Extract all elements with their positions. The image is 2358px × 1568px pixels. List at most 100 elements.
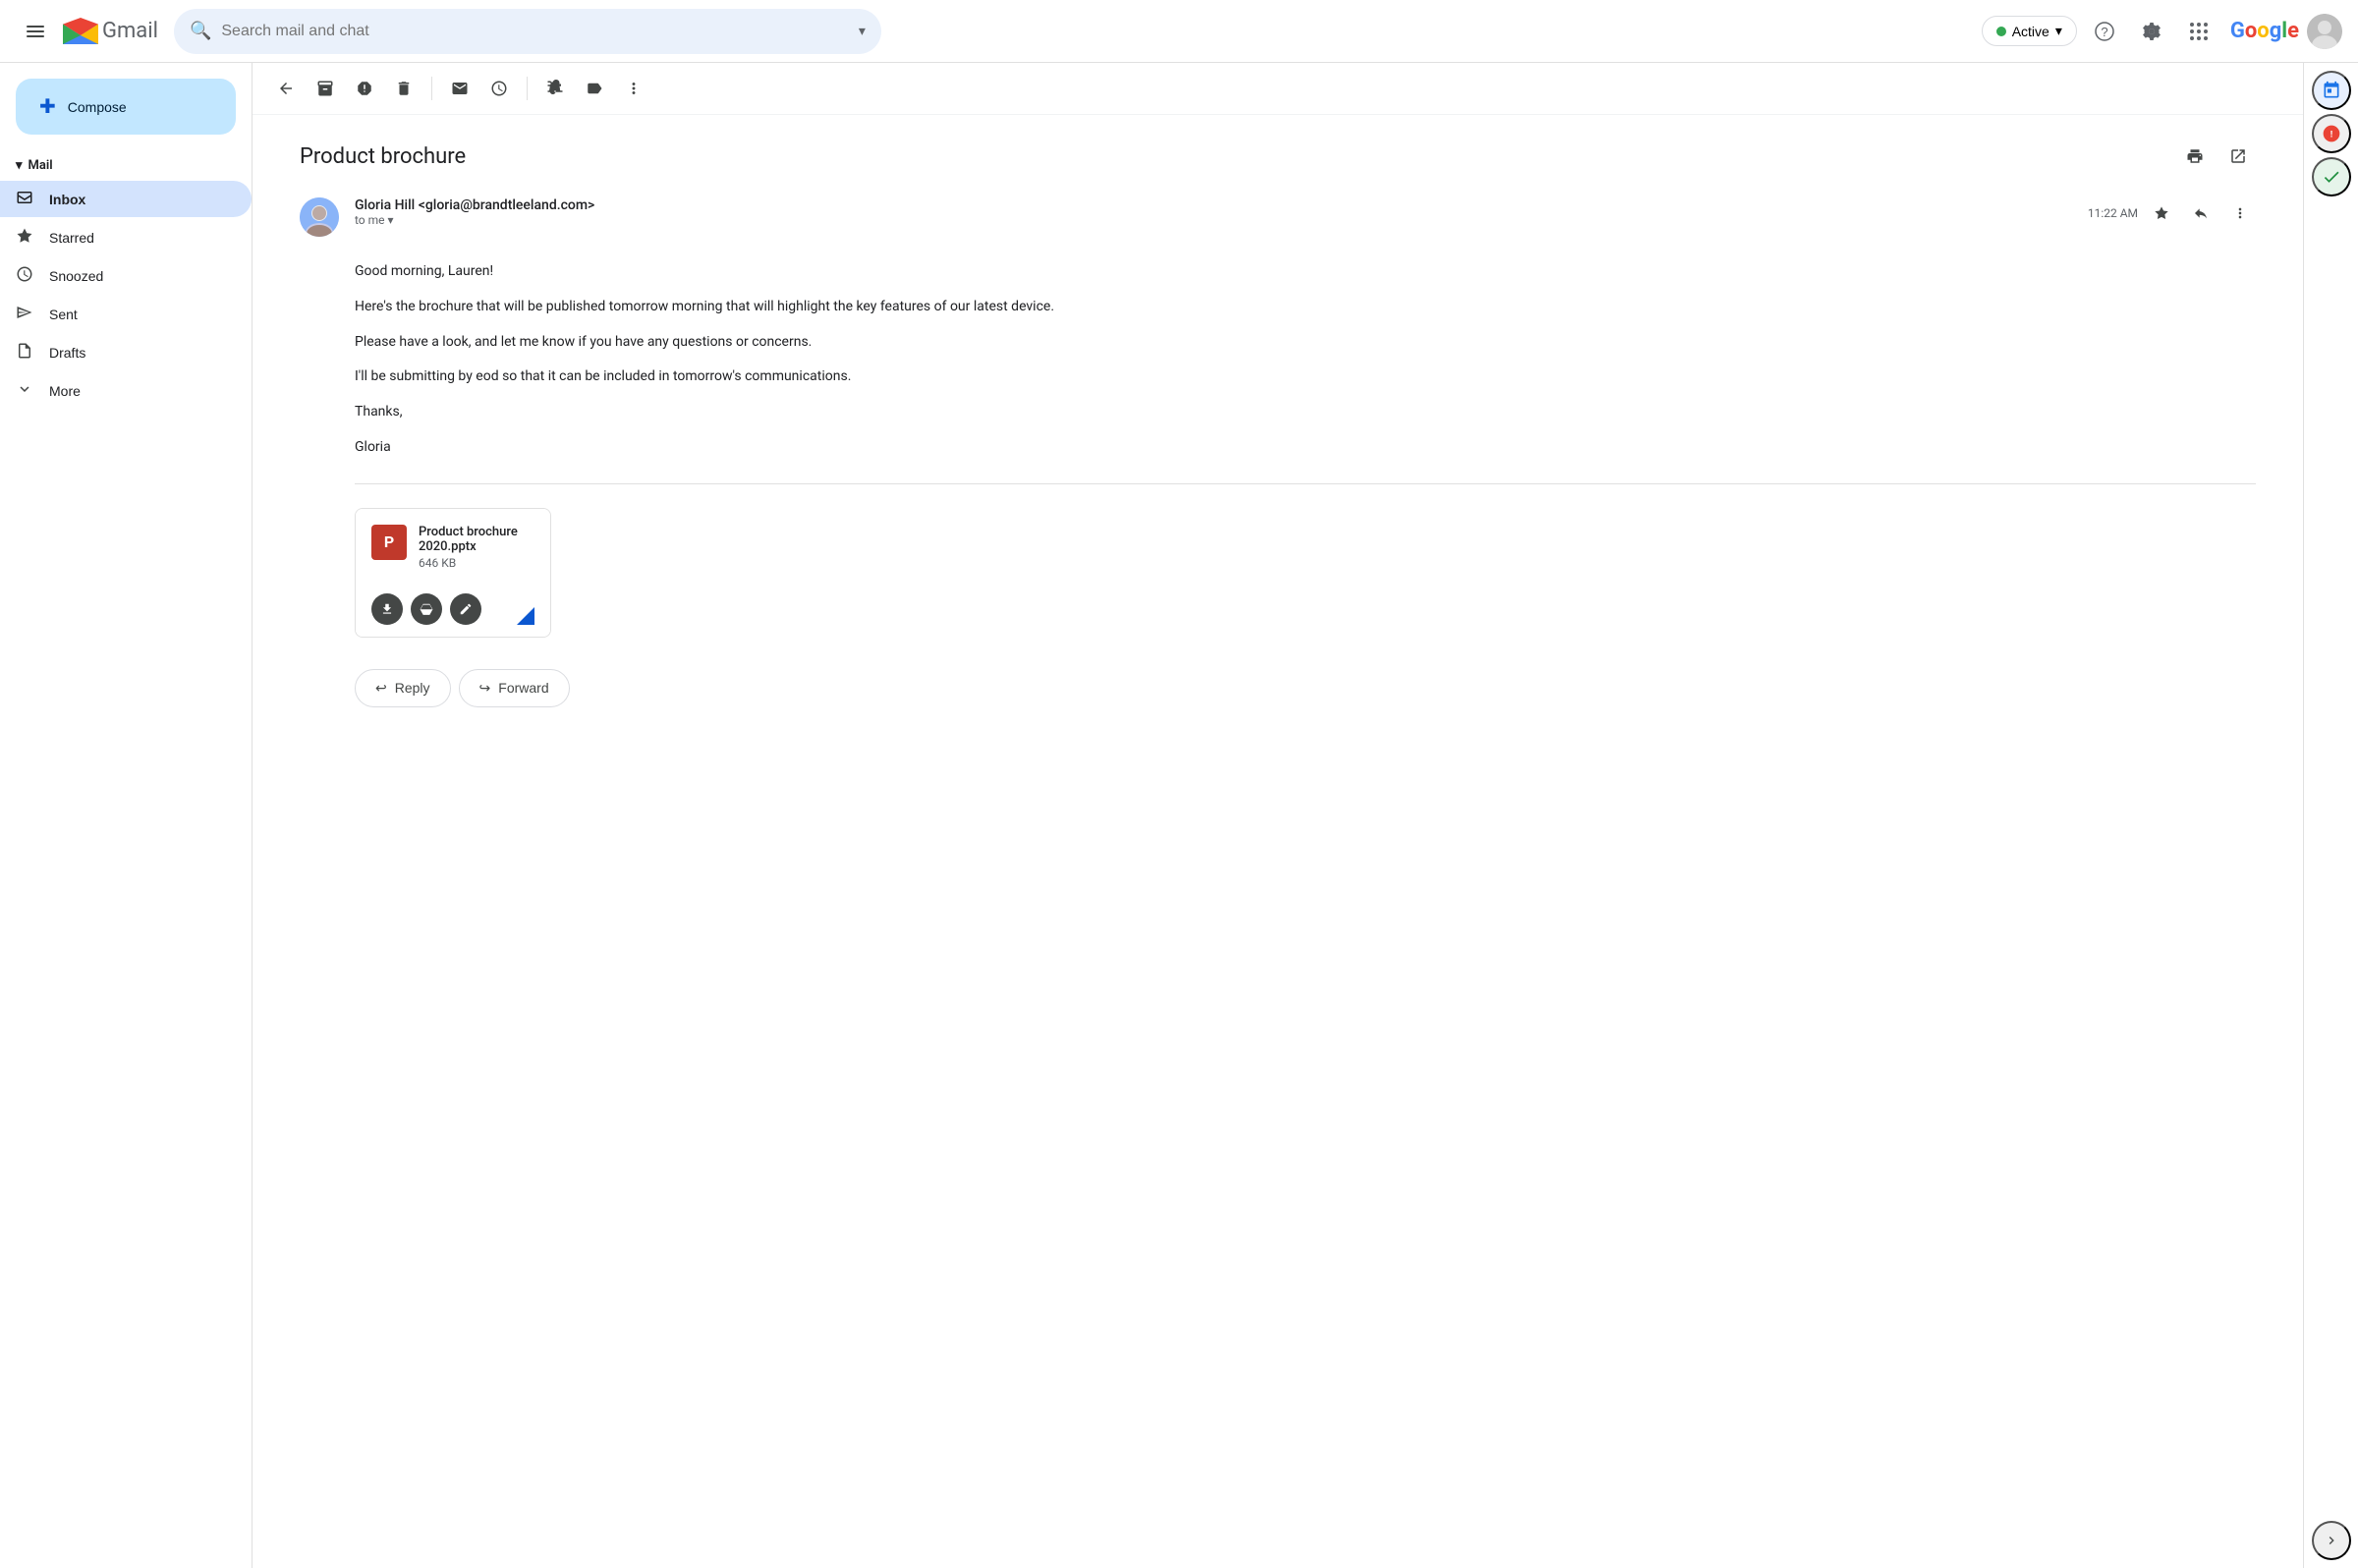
attachment-actions bbox=[356, 586, 550, 637]
forward-arrow-icon: ↪ bbox=[479, 680, 491, 697]
drafts-label: Drafts bbox=[49, 345, 85, 361]
rs-calendar-button[interactable] bbox=[2312, 71, 2351, 110]
sender-info: Gloria Hill <gloria@brandtleeland.com> t… bbox=[355, 197, 2072, 227]
print-button[interactable] bbox=[2177, 139, 2213, 174]
forward-label: Forward bbox=[498, 680, 548, 696]
hamburger-button[interactable] bbox=[16, 12, 55, 51]
archive-button[interactable] bbox=[308, 71, 343, 106]
email-time: 11:22 AM bbox=[2088, 206, 2138, 220]
drafts-icon bbox=[16, 342, 33, 363]
user-avatar-button[interactable] bbox=[2307, 14, 2342, 49]
forward-button[interactable]: ↪ Forward bbox=[459, 669, 570, 707]
compose-button[interactable]: ✚ Compose bbox=[16, 79, 236, 135]
svg-text:?: ? bbox=[2101, 25, 2107, 39]
open-in-new-button[interactable] bbox=[2220, 139, 2256, 174]
email-body: Good morning, Lauren! Here's the brochur… bbox=[355, 260, 2256, 460]
reply-button[interactable]: ↩ Reply bbox=[355, 669, 451, 707]
search-bar: 🔍 ▾ bbox=[174, 9, 881, 54]
user-avatar bbox=[2307, 14, 2342, 49]
mail-section-header[interactable]: ▾ Mail bbox=[0, 152, 252, 179]
download-attachment-button[interactable] bbox=[371, 593, 403, 625]
gmail-logo[interactable]: Gmail bbox=[63, 18, 158, 44]
sender-name: Gloria Hill <gloria@brandtleeland.com> bbox=[355, 197, 594, 213]
reply-label: Reply bbox=[395, 680, 430, 696]
rs-expand-button[interactable] bbox=[2312, 1521, 2351, 1560]
email-subject-text: Product brochure bbox=[300, 144, 466, 169]
body-line2: Please have a look, and let me know if y… bbox=[355, 331, 2256, 355]
body-name: Gloria bbox=[355, 436, 2256, 460]
email-area: Product brochure bbox=[252, 63, 2303, 1568]
reply-icon-button[interactable] bbox=[2185, 197, 2217, 229]
to-chevron-icon: ▾ bbox=[388, 213, 394, 227]
sidebar-item-drafts[interactable]: Drafts bbox=[0, 334, 252, 370]
snoozed-label: Snoozed bbox=[49, 268, 103, 284]
topbar: Gmail 🔍 ▾ Active ▾ ? bbox=[0, 0, 2358, 63]
edit-attachment-button[interactable] bbox=[450, 593, 481, 625]
attachment-type-icon: P bbox=[371, 525, 407, 560]
body-line3: I'll be submitting by eod so that it can… bbox=[355, 365, 2256, 389]
svg-text:!: ! bbox=[2330, 129, 2332, 139]
email-subject-actions bbox=[2177, 139, 2256, 174]
attachment-size: 646 KB bbox=[419, 556, 534, 570]
settings-button[interactable] bbox=[2132, 12, 2171, 51]
email-meta-right: 11:22 AM bbox=[2088, 197, 2256, 229]
more-options-button[interactable] bbox=[616, 71, 651, 106]
attachment-corner-fold bbox=[517, 607, 534, 625]
back-button[interactable] bbox=[268, 71, 304, 106]
report-spam-button[interactable] bbox=[347, 71, 382, 106]
apps-button[interactable] bbox=[2179, 12, 2218, 51]
email-header: Gloria Hill <gloria@brandtleeland.com> t… bbox=[300, 197, 2256, 237]
active-dot bbox=[1996, 27, 2006, 36]
sidebar-item-inbox[interactable]: Inbox bbox=[0, 181, 252, 217]
google-logo: Google bbox=[2230, 19, 2299, 43]
snooze-button[interactable] bbox=[481, 71, 517, 106]
inbox-label: Inbox bbox=[49, 192, 85, 207]
main-layout: ✚ Compose ▾ Mail Inbox Starred Snoozed bbox=[0, 63, 2358, 1568]
right-sidebar: ! bbox=[2303, 63, 2358, 1568]
save-to-drive-button[interactable] bbox=[411, 593, 442, 625]
star-button[interactable] bbox=[2146, 197, 2177, 229]
more-chevron-icon bbox=[16, 380, 33, 401]
email-subject-row: Product brochure bbox=[300, 139, 2256, 174]
topbar-right: Active ▾ ? Google bbox=[1982, 12, 2342, 51]
sidebar-item-starred[interactable]: Starred bbox=[0, 219, 252, 255]
reply-actions: ↩ Reply ↪ Forward bbox=[355, 669, 2256, 707]
sender-name-line: Gloria Hill <gloria@brandtleeland.com> bbox=[355, 197, 2072, 213]
search-input[interactable] bbox=[221, 23, 849, 40]
email-toolbar bbox=[253, 63, 2303, 115]
help-button[interactable]: ? bbox=[2085, 12, 2124, 51]
move-to-button[interactable] bbox=[537, 71, 573, 106]
body-greeting: Good morning, Lauren! bbox=[355, 260, 2256, 284]
sidebar: ✚ Compose ▾ Mail Inbox Starred Snoozed bbox=[0, 63, 252, 1568]
attachment-divider bbox=[355, 483, 2256, 484]
toolbar-divider-1 bbox=[431, 77, 432, 100]
snoozed-icon bbox=[16, 265, 33, 286]
compose-plus-icon: ✚ bbox=[39, 94, 56, 119]
to-label: to me bbox=[355, 213, 385, 227]
attachment-name: Product brochure 2020.pptx bbox=[419, 525, 534, 554]
sent-label: Sent bbox=[49, 307, 78, 322]
reply-arrow-icon: ↩ bbox=[375, 680, 387, 697]
to-me-line[interactable]: to me ▾ bbox=[355, 213, 2072, 227]
rs-tasks-button[interactable]: ! bbox=[2312, 114, 2351, 153]
mail-chevron-icon: ▾ bbox=[16, 158, 23, 173]
label-button[interactable] bbox=[577, 71, 612, 106]
attachment-info: Product brochure 2020.pptx 646 KB bbox=[419, 525, 534, 570]
inbox-icon bbox=[16, 189, 33, 209]
sender-avatar bbox=[300, 197, 339, 237]
delete-button[interactable] bbox=[386, 71, 421, 106]
apps-grid-icon bbox=[2190, 23, 2208, 40]
rs-check-button[interactable] bbox=[2312, 157, 2351, 196]
active-label: Active bbox=[2012, 24, 2049, 39]
sidebar-item-more[interactable]: More bbox=[0, 372, 252, 409]
active-chevron-icon: ▾ bbox=[2055, 23, 2062, 39]
email-more-button[interactable] bbox=[2224, 197, 2256, 229]
sidebar-item-snoozed[interactable]: Snoozed bbox=[0, 257, 252, 294]
active-status-button[interactable]: Active ▾ bbox=[1982, 16, 2077, 46]
sidebar-item-sent[interactable]: Sent bbox=[0, 296, 252, 332]
starred-icon bbox=[16, 227, 33, 248]
sent-icon bbox=[16, 304, 33, 324]
mark-unread-button[interactable] bbox=[442, 71, 477, 106]
more-label: More bbox=[49, 383, 81, 399]
search-dropdown-icon[interactable]: ▾ bbox=[859, 24, 866, 39]
